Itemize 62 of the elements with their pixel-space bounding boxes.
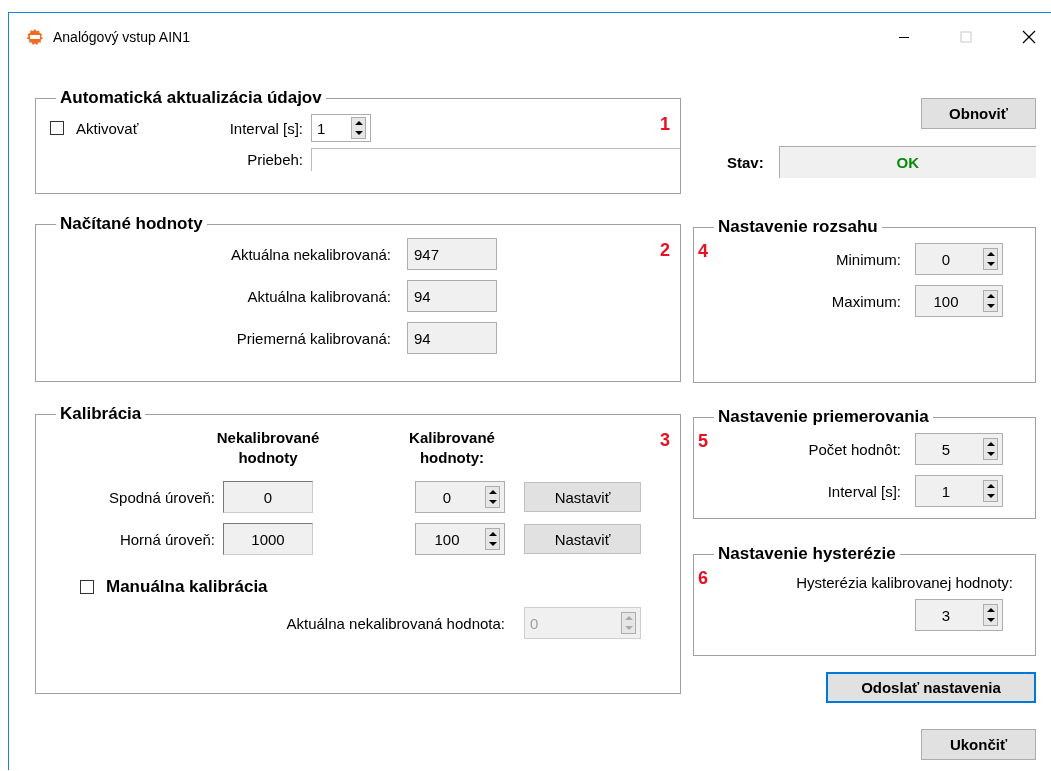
manual-value-label: Aktuálna nekalibrovaná hodnota: (285, 614, 505, 632)
checkbox-label: Aktivovať (76, 119, 139, 137)
setting-label: Maximum: (830, 292, 901, 310)
section-number: 6 (698, 568, 708, 589)
set-button[interactable]: Nastaviť (524, 482, 641, 512)
readonly-field: 947 (407, 238, 497, 270)
section-number: 5 (698, 431, 708, 452)
group-title: Načítané hodnoty (59, 214, 204, 234)
setting-label: Minimum: (835, 250, 901, 268)
spin-arrows-icon[interactable] (983, 290, 998, 312)
checkbox-label: Manuálna kalibrácia (106, 577, 268, 597)
checkbox[interactable] (50, 121, 64, 135)
exit-button[interactable]: Ukončiť (921, 729, 1036, 760)
refresh-button[interactable]: Obnoviť (921, 98, 1036, 129)
status-label: Stav: (727, 153, 764, 171)
group-title: Automatická aktualizácia údajov (59, 88, 323, 108)
spin-arrows-icon[interactable] (485, 486, 500, 508)
value-label: Aktuálna nekalibrovaná: (229, 245, 391, 263)
send-button[interactable]: Odoslať nastavenia (826, 672, 1036, 703)
level-label: Horná úroveň: (118, 530, 215, 548)
spin-field[interactable]: 5 (915, 433, 1003, 465)
status-field: OK (778, 146, 1036, 178)
progress-label: Priebeh: (246, 151, 303, 168)
group-title: Nastavenie rozsahu (717, 217, 879, 237)
spin-arrows-icon[interactable] (983, 438, 998, 460)
readonly-field: 1000 (223, 523, 313, 555)
group-title: Kalibrácia (59, 404, 143, 424)
group-title: Nastavenie priemerovania (717, 407, 930, 427)
section-number: 3 (660, 430, 670, 451)
spin-field[interactable]: 3 (915, 599, 1003, 631)
spin-arrows-icon[interactable] (485, 528, 500, 550)
setting-label: Interval [s]: (826, 482, 901, 500)
spin-field[interactable]: 100 (415, 523, 505, 555)
value-label: Priemerná kalibrovaná: (235, 329, 391, 347)
section-number: 2 (660, 240, 670, 261)
section-number: 1 (660, 114, 670, 135)
spin-field[interactable]: 1 (311, 114, 371, 142)
section-number: 4 (698, 241, 708, 262)
spin-field[interactable]: 0 (915, 243, 1003, 275)
close-button[interactable] (1022, 30, 1036, 44)
setting-label: Hysterézia kalibrovanej hodnoty: (796, 574, 1013, 591)
spin-field[interactable]: 1 (915, 475, 1003, 507)
interval-label: Interval [s]: (228, 119, 303, 137)
window-title: Analógový vstup AIN1 (53, 29, 190, 45)
spin-field[interactable]: 0 (415, 481, 505, 513)
value-label: Aktuálna kalibrovaná: (246, 287, 391, 305)
spin-arrows-icon[interactable] (983, 248, 998, 270)
gear-logo-icon (25, 27, 45, 47)
readonly-field: 94 (407, 322, 497, 354)
checkbox[interactable] (80, 580, 94, 594)
set-button[interactable]: Nastaviť (524, 524, 641, 554)
spin-arrows-icon[interactable] (983, 480, 998, 502)
group-title: Nastavenie hysterézie (717, 544, 897, 564)
level-label: Spodná úroveň: (108, 488, 215, 506)
column-header: Kalibrované hodnoty: (408, 428, 496, 467)
readonly-field: 94 (407, 280, 497, 312)
setting-label: Počet hodnôt: (807, 440, 901, 458)
spin-field[interactable]: 100 (915, 285, 1003, 317)
readonly-field: 0 (223, 481, 313, 513)
column-header: Nekalibrované hodnoty (215, 428, 321, 467)
spin-arrows-icon[interactable] (983, 604, 998, 626)
spin-arrows-icon[interactable] (351, 117, 366, 139)
